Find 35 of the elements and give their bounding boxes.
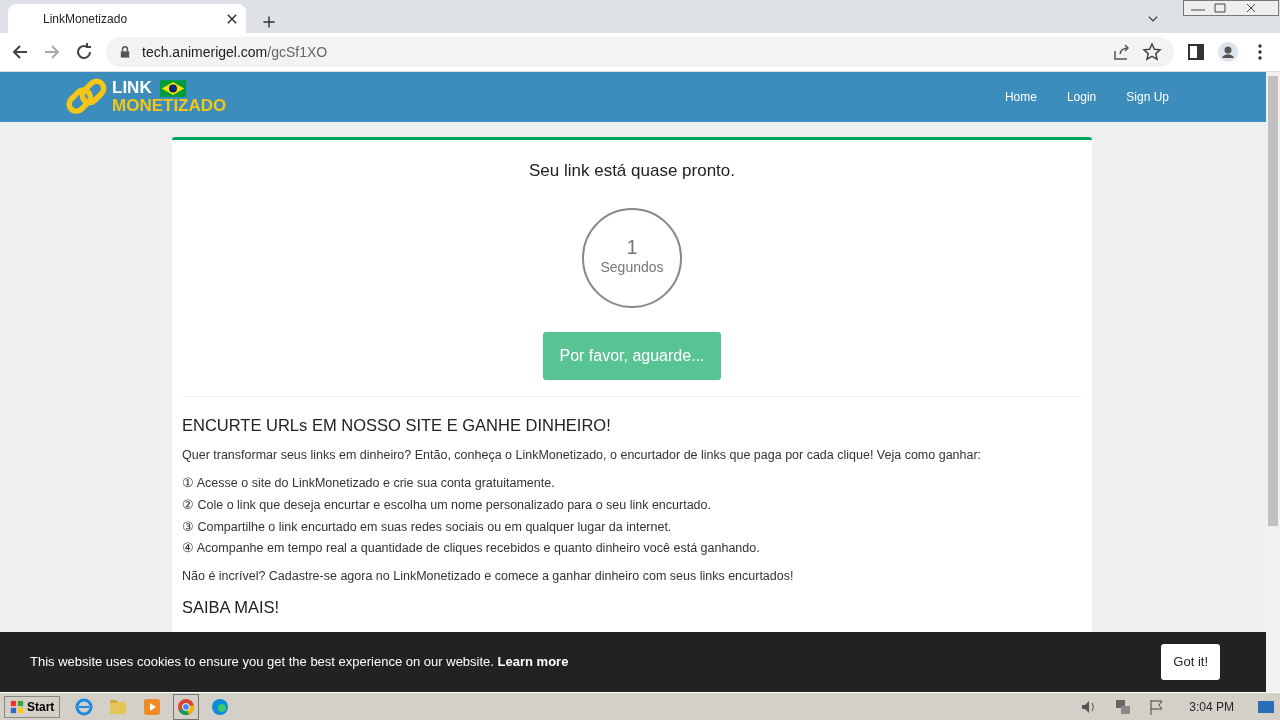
step-item: ④ Acompanhe em tempo real a quantidade de cliques recebidos e quanto dinheiro você está ganhando. [182,540,761,558]
reload-icon[interactable] [74,42,94,62]
nav-link[interactable]: Sign Up [1111,88,1184,106]
accept-button[interactable]: Got it! [1161,644,1220,680]
learn-more-link[interactable]: Learn more [497,654,569,670]
scrollbar[interactable] [1266,72,1280,692]
browser-tab[interactable]: LinkMonetizado [8,4,246,33]
cookie-message: This website uses cookies to ensure you get the best experience on our website. Learn more [30,653,569,672]
step-item: ② Cole o link que deseja encurtar e escolha um nome personalizado para o seu link encurtado. [182,496,712,514]
step-item: ① Acesse o site do LinkMonetizado e crie sua conta gratuitamente. [182,475,556,492]
clock[interactable]: 3:04 PM [1189,697,1234,716]
logo-text[interactable]: LINK [112,79,152,97]
nav-link[interactable]: Home [989,88,1052,106]
step-item: ③ Compartilhe o link encurtado em suas redes sociais ou em qualquer lugar da internet. [182,518,673,536]
profile-icon[interactable] [1218,42,1238,62]
flag-icon [159,79,186,97]
section-heading: SAIBA MAIS! [182,596,281,618]
media-player-icon[interactable] [142,696,163,717]
window-controls-drawing[interactable] [1183,0,1279,16]
status-heading: Seu link está quase pronto. [529,160,735,182]
lock-icon [118,45,132,59]
intro-paragraph: Quer transformar seus links em dinheiro? Então, conheça o LinkMonetizado, o encurtador de links que paga por cada clique! Veja como ganhar: [182,447,983,465]
nav-link[interactable]: Login [1051,88,1112,106]
new-tab-icon[interactable] [262,15,276,29]
chrome-icon[interactable] [176,696,197,717]
section-heading: ENCURTE URLs EM NOSSO SITE E GANHE DINHEIRO! [182,414,612,436]
star-icon[interactable] [1142,42,1162,62]
share-icon[interactable] [1112,42,1132,62]
closing-paragraph: Não é incrível? Cadastre-se agora no LinkMonetizado e comece a ganhar dinheiro com seus links encurtados! [182,568,795,585]
side-panel-icon[interactable] [1186,42,1206,62]
countdown-circle: 1 Segundos [582,207,682,308]
start-button[interactable]: Start [4,695,61,718]
address-bar[interactable]: tech.animerigel.com/gcSf1XO [106,37,1174,67]
close-icon[interactable] [226,12,238,25]
windows-logo-icon [10,699,24,714]
